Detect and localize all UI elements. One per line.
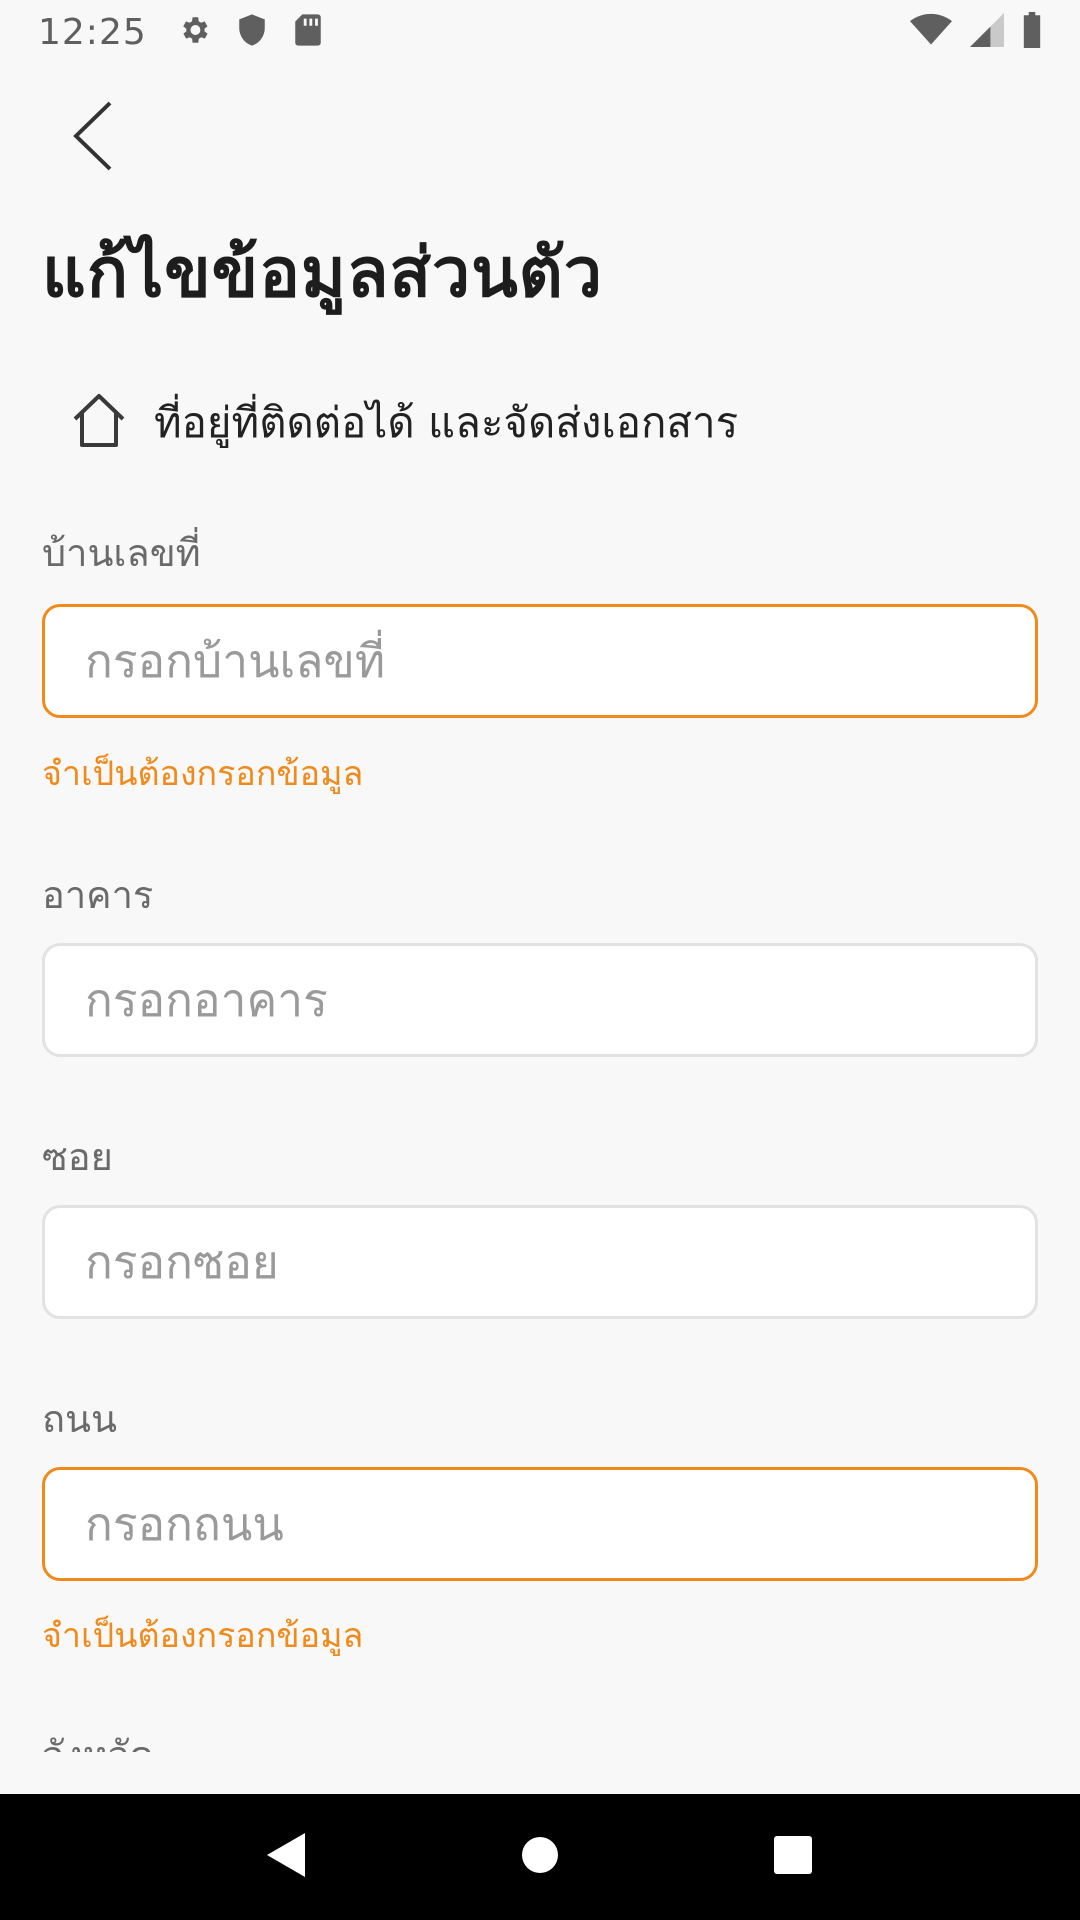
sd-card-icon (293, 13, 323, 51)
cell-signal-icon (970, 13, 1004, 51)
gear-icon (177, 13, 211, 51)
back-triangle-icon (265, 1831, 309, 1883)
building-input[interactable] (42, 943, 1038, 1057)
house-number-error: จำเป็นต้องกรอกข้อมูล (42, 754, 364, 794)
road-error: จำเป็นต้องกรอกข้อมูล (42, 1616, 364, 1656)
wifi-icon (910, 13, 952, 51)
road-input[interactable] (42, 1467, 1038, 1581)
screen: 12:25 แก้ไขข้อมูลส่วนตัว ที่อยู่ที่ติดต่… (0, 0, 1080, 1920)
soi-input[interactable] (42, 1205, 1038, 1319)
shield-icon (237, 13, 267, 51)
system-nav-bar (0, 1794, 1080, 1920)
soi-label: ซอย (42, 1135, 113, 1179)
house-number-label: บ้านเลขที่ (42, 531, 201, 575)
status-time: 12:25 (38, 11, 147, 53)
home-icon (70, 392, 128, 454)
battery-icon (1022, 12, 1042, 52)
nav-back-button[interactable] (237, 1807, 337, 1907)
status-right-icons (910, 12, 1042, 52)
section-header: ที่อยู่ที่ติดต่อได้ และจัดส่งเอกสาร (70, 390, 738, 456)
province-label: จังหวัด (42, 1724, 154, 1752)
building-label: อาคาร (42, 873, 154, 917)
back-button[interactable] (62, 98, 122, 178)
page-title: แก้ไขข้อมูลส่วนตัว (42, 234, 604, 313)
chevron-left-icon (70, 99, 114, 177)
home-circle-icon (520, 1835, 560, 1879)
recents-square-icon (773, 1835, 813, 1879)
nav-home-button[interactable] (490, 1807, 590, 1907)
status-left-icons (177, 13, 323, 51)
section-title: ที่อยู่ที่ติดต่อได้ และจัดส่งเอกสาร (154, 398, 739, 447)
road-label: ถนน (42, 1397, 117, 1441)
status-bar: 12:25 (0, 0, 1080, 64)
nav-recents-button[interactable] (743, 1807, 843, 1907)
house-number-input[interactable] (42, 604, 1038, 718)
